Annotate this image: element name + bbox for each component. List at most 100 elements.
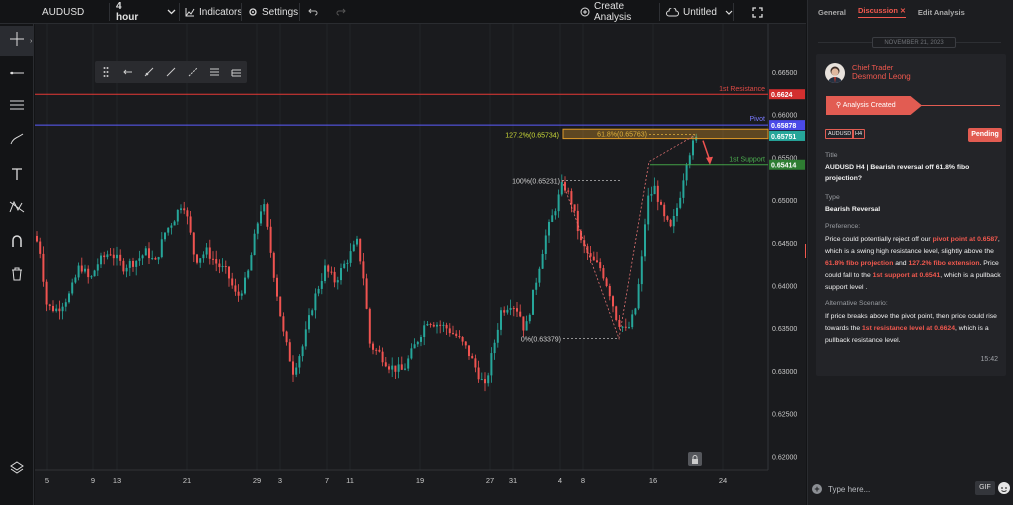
candle-body xyxy=(551,215,554,222)
price-tick-label: 0.63500 xyxy=(772,326,797,333)
settings-button[interactable]: Settings xyxy=(244,0,300,24)
panel-tabs: General Discussion ✕ Edit Analysis xyxy=(808,0,1013,24)
status-ribbon-label: Analysis Created xyxy=(842,102,896,109)
drag-handle-icon[interactable] xyxy=(95,61,117,83)
fib-icon[interactable] xyxy=(204,61,226,83)
price-tick-label: 0.64500 xyxy=(772,241,797,248)
candle-body xyxy=(285,331,288,343)
candle-body xyxy=(516,308,518,312)
ribbon-line xyxy=(920,105,1000,106)
plus-circle-icon xyxy=(580,7,590,17)
crosshair-tool[interactable] xyxy=(0,26,34,56)
channel-tool[interactable] xyxy=(0,92,34,122)
trendline-icon[interactable] xyxy=(160,61,182,83)
cloud-save-button[interactable]: Untitled xyxy=(662,0,734,24)
candle-body xyxy=(420,337,422,342)
candle-body xyxy=(397,364,400,372)
author-role: Chief Trader xyxy=(852,63,894,72)
candle-body xyxy=(77,265,80,278)
undo-button[interactable] xyxy=(304,0,324,24)
candle-body xyxy=(90,276,93,278)
status-badge[interactable]: Pending xyxy=(968,128,1002,142)
preference-text: Price could potentially reject off our p… xyxy=(825,234,1003,294)
arrow-left-icon[interactable] xyxy=(117,61,139,83)
candle-body xyxy=(381,351,384,363)
price-chart[interactable]: 5 9 13 21 29 3 7 11 19 27 31 4 8 16 240.665000.660000.… xyxy=(35,24,806,505)
rectangle-icon[interactable] xyxy=(225,61,247,83)
layers-tool[interactable] xyxy=(0,454,34,484)
date-tick-label: 3 xyxy=(278,476,282,485)
candle-body xyxy=(240,293,243,296)
trash-icon xyxy=(11,267,23,286)
redo-icon xyxy=(336,8,346,16)
candle-body xyxy=(426,324,429,326)
candle-body xyxy=(484,379,486,384)
analysis-card: Chief Trader Desmond Leong ⚲ Analysis Cr… xyxy=(816,54,1006,376)
pattern-tool[interactable] xyxy=(0,194,34,224)
candle-body xyxy=(407,358,410,369)
tab-general[interactable]: General xyxy=(818,8,846,17)
candle-body xyxy=(500,310,502,330)
brush-tool[interactable] xyxy=(0,126,34,156)
candle-body xyxy=(317,288,320,294)
candle-body xyxy=(244,277,246,294)
undo-icon xyxy=(308,8,318,16)
candle-body xyxy=(605,278,608,287)
type-value: Bearish Reversal xyxy=(825,206,881,213)
candle-body xyxy=(154,258,157,260)
horizontal-line-icon xyxy=(9,65,25,83)
candle-body xyxy=(647,195,650,225)
candle-body xyxy=(221,265,224,268)
date-divider: NOVEMBER 21, 2023 xyxy=(872,37,956,48)
candle-body xyxy=(692,140,694,156)
candle-body xyxy=(141,255,144,259)
delete-drawings-tool[interactable] xyxy=(0,261,34,291)
tab-edit-analysis[interactable]: Edit Analysis xyxy=(918,8,965,17)
interval-selector[interactable]: 4 hour xyxy=(112,0,180,24)
tab-discussion[interactable]: Discussion ✕ xyxy=(857,6,906,18)
candle-body xyxy=(519,311,522,317)
fullscreen-button[interactable] xyxy=(748,0,770,24)
candle-body xyxy=(231,278,234,286)
message-input[interactable]: Type here... xyxy=(828,485,968,494)
gif-button[interactable]: GIF xyxy=(975,481,995,495)
candle-body xyxy=(96,264,99,271)
price-tick-label: 0.62500 xyxy=(772,412,797,419)
drawing-toolbar xyxy=(95,61,247,83)
close-icon[interactable]: ✕ xyxy=(900,8,906,15)
create-analysis-button[interactable]: Create Analysis xyxy=(576,0,660,24)
candle-body xyxy=(650,194,653,196)
emoji-icon[interactable] xyxy=(998,482,1010,494)
candle-body xyxy=(608,286,611,297)
candle-body xyxy=(439,324,442,326)
candle-body xyxy=(464,341,467,346)
analysis-panel: General Discussion ✕ Edit Analysis NOVEM… xyxy=(807,0,1013,505)
candle-body xyxy=(42,253,45,282)
fib-100-label: 100%(0.65231) xyxy=(512,178,560,185)
chart-line-icon xyxy=(185,7,195,17)
pref-text-3: and xyxy=(893,260,909,267)
extended-line-icon[interactable] xyxy=(182,61,204,83)
top-toolbar: AUDUSD 4 hour Indicators Settings Create… xyxy=(0,0,806,24)
redo-button[interactable] xyxy=(332,0,352,24)
chart-area[interactable]: 5 9 13 21 29 3 7 11 19 27 31 4 8 16 24 0.66500 0.66000 0.… xyxy=(35,24,806,505)
lock-icon[interactable] xyxy=(688,452,702,466)
candle-body xyxy=(522,316,525,331)
candle-body xyxy=(336,280,339,283)
magnet-tool[interactable] xyxy=(0,228,34,258)
indicators-button[interactable]: Indicators xyxy=(181,0,242,24)
line-tool[interactable] xyxy=(0,59,34,89)
candle-body xyxy=(637,284,640,309)
candle-body xyxy=(599,262,602,269)
symbol-selector[interactable]: AUDUSD xyxy=(38,0,110,24)
date-tick-label: 19 xyxy=(416,476,424,485)
resistance-label: 1st Resistance xyxy=(719,86,765,93)
text-tool[interactable] xyxy=(0,161,34,191)
candle-body xyxy=(71,282,74,294)
candle-body xyxy=(253,233,256,256)
ray-icon[interactable] xyxy=(138,61,160,83)
pref-highlight-support: 1st support at 0.6541 xyxy=(872,272,941,279)
plus-icon[interactable]: + xyxy=(812,484,822,494)
drawing-tools-sidebar: › xyxy=(0,24,34,505)
pref-text-1: Price could potentially reject off our xyxy=(825,236,933,243)
